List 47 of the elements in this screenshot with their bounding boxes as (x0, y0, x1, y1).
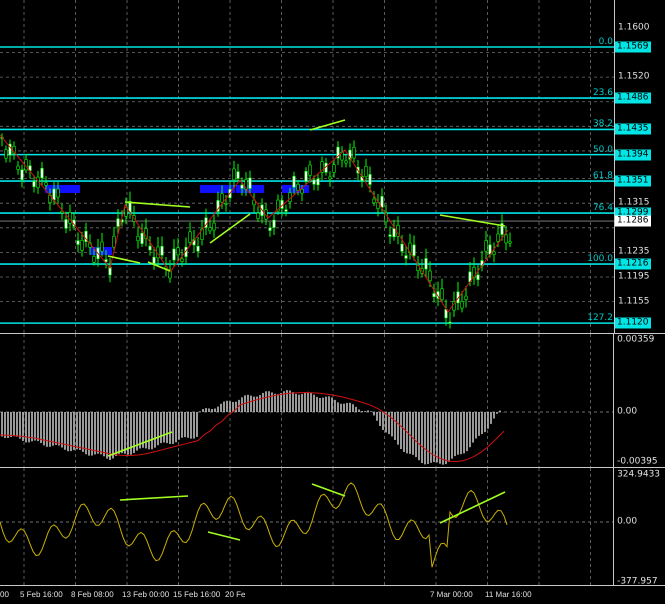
price-tick-label: 1.1235 (618, 246, 650, 258)
time-tick-label: 00 (0, 590, 9, 599)
divergence-line (108, 431, 172, 457)
level-price-tag: 1.1435 (615, 124, 650, 135)
divergence-line (210, 213, 250, 244)
fibonacci-level-label: 100.0 (587, 254, 613, 264)
divergence-line (124, 201, 190, 208)
price-tick-label: 1.1600 (618, 22, 650, 34)
indicator-scale-label: 0.00 (617, 406, 638, 418)
divergence-line (312, 483, 346, 497)
fibonacci-level-label: 76.4 (592, 203, 613, 214)
price-tick-label: 1.1315 (618, 198, 650, 208)
divergence-line (148, 261, 170, 272)
current-price-tag: 1.1286 (615, 216, 650, 227)
indicator-scale-label: -377.957 (617, 576, 658, 588)
divergence-line (120, 495, 188, 501)
time-tick-label: 13 Feb 00:00 (122, 590, 170, 599)
level-price-tag: 1.1394 (615, 149, 650, 160)
fibonacci-level-label: 38.2 (592, 119, 613, 130)
time-tick-label: 5 Feb 16:00 (20, 590, 63, 599)
time-tick-label: 11 Mar 16:00 (485, 590, 532, 599)
fibonacci-level-label: 0.0 (598, 37, 613, 47)
divergence-line (310, 119, 346, 131)
time-tick-label: 15 Feb 16:00 (173, 590, 220, 599)
fibonacci-level-label: 50.0 (592, 144, 613, 155)
level-price-tag: 1.1569 (615, 42, 650, 52)
level-price-tag: 1.1216 (615, 258, 650, 270)
divergence-line (440, 491, 506, 524)
divergence-line (108, 255, 140, 264)
indicator-scale-label: 0.00359 (617, 334, 654, 346)
fibonacci-level-label: 23.6 (592, 88, 613, 98)
time-tick-label: 20 Fe (225, 590, 246, 599)
indicator-scale-label: 324.9433 (617, 470, 660, 480)
divergence-line (208, 531, 240, 541)
level-price-tag: 1.1351 (615, 176, 650, 187)
divergence-line (440, 214, 506, 227)
price-tick-label: 1.1155 (618, 296, 650, 308)
price-tick-label: 1.1520 (618, 72, 650, 83)
level-price-tag: 1.1120 (615, 318, 650, 329)
time-tick-label: 8 Feb 08:00 (71, 590, 114, 599)
time-tick-label: 7 Mar 00:00 (430, 590, 473, 599)
price-tick-label: 1.1195 (618, 272, 650, 282)
indicator-scale-label: -0.00395 (617, 456, 658, 468)
fibonacci-level-label: 127.2 (587, 313, 613, 324)
level-price-tag: 1.1486 (615, 92, 650, 104)
fibonacci-level-label: 61.8 (592, 171, 613, 182)
indicator-scale-label: 0.00 (617, 516, 638, 528)
